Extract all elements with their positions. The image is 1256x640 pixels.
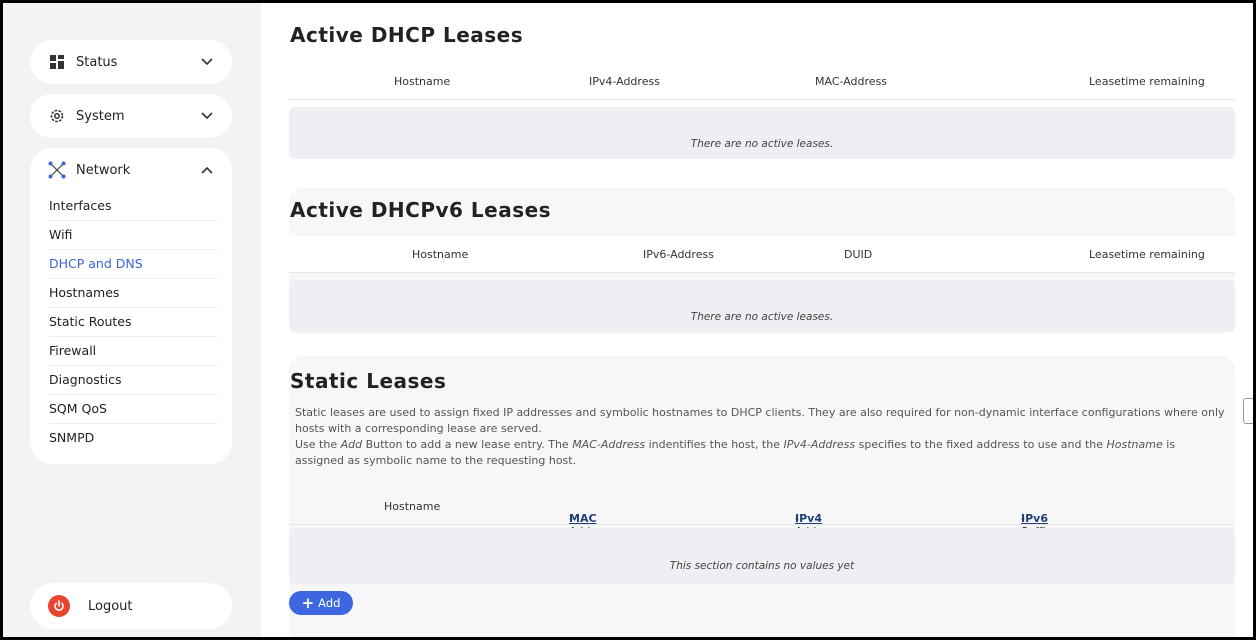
nav-status-label: Status [76,54,118,70]
gear-icon [48,107,66,125]
dhcpv6-col-hostname: Hostname [412,248,469,261]
chevron-down-icon [200,55,214,69]
dhcp-col-ipv4: IPv4-Address [589,75,660,88]
dhcp-table-header: Hostname IPv4-Address MAC-Address Leaset… [289,63,1235,100]
grid-icon [48,53,66,71]
desc-text: specifies to the fixed address to use an… [855,438,1107,451]
logout-label: Logout [88,598,133,614]
dhcpv6-col-ipv6: IPv6-Address [643,248,714,261]
desc-add-term: Add [340,438,363,451]
nav-system-card: System [30,94,232,138]
nav-system-toggle[interactable]: System [30,94,232,138]
main-content: Active DHCP Leases Hostname IPv4-Address… [261,3,1253,637]
dhcpv6-col-leasetime: Leasetime remaining [1089,248,1205,261]
sidebar-item-snmpd[interactable]: SNMPD [49,424,218,452]
desc-hostname-term: Hostname [1106,438,1163,451]
dhcpv6-empty-row: There are no active leases. [289,280,1235,332]
sidebar-item-static-routes[interactable]: Static Routes [49,308,218,337]
nav-status-toggle[interactable]: Status [30,40,232,84]
dhcp-col-hostname: Hostname [394,75,451,88]
network-icon [48,161,66,179]
nav-network-label: Network [76,162,131,178]
desc-ipv4-term: IPv4-Address [783,438,856,451]
sidebar-item-wifi[interactable]: Wifi [49,221,218,250]
desc-mac-term: MAC-Address [572,438,646,451]
static-description: Static leases are used to assign fixed I… [295,405,1225,469]
desc-text: Use the [295,438,341,451]
sidebar-item-diagnostics[interactable]: Diagnostics [49,366,218,395]
app-frame: Status System Network Interfaces Wifi DH… [3,3,1253,637]
chevron-down-icon [200,109,214,123]
sidebar-item-interfaces[interactable]: Interfaces [49,192,218,221]
power-icon [48,595,70,617]
network-submenu: Interfaces Wifi DHCP and DNS Hostnames S… [30,192,232,464]
sidebar-item-dhcp-and-dns[interactable]: DHCP and DNS [49,250,218,279]
static-table-header: Hostname MAC-Address IPv4-Address IPv6-S… [289,488,1235,551]
nav-network-card: Network Interfaces Wifi DHCP and DNS Hos… [30,148,232,464]
sidebar-item-firewall[interactable]: Firewall [49,337,218,366]
dhcpv6-section-title: Active DHCPv6 Leases [290,198,552,222]
nav-system-label: System [76,108,125,124]
add-button-label: Add [318,596,341,610]
sidebar-item-sqm-qos[interactable]: SQM QoS [49,395,218,424]
logout-button[interactable]: Logout [30,583,232,629]
chevron-up-icon [200,163,214,177]
dhcp-empty-row: There are no active leases. [289,107,1235,159]
dhcpv6-col-duid: DUID [844,248,873,261]
plus-icon: + [301,594,315,612]
nav-network-toggle[interactable]: Network [30,148,232,192]
static-section-title: Static Leases [290,369,447,393]
static-empty-row: This section contains no values yet [289,528,1235,584]
dhcp-col-mac: MAC-Address [815,75,888,88]
static-description-line1: Static leases are used to assign fixed I… [295,406,1225,435]
nav-status-card: Status [30,40,232,84]
sidebar: Status System Network Interfaces Wifi DH… [3,3,261,637]
side-panel-handle[interactable] [1243,398,1253,424]
sidebar-item-hostnames[interactable]: Hostnames [49,279,218,308]
static-description-line2: Use the Add Button to add a new lease en… [295,437,1225,469]
dhcp-section-title: Active DHCP Leases [290,23,524,47]
static-col-hostname: Hostname [384,500,441,513]
dhcpv6-table-header: Hostname IPv6-Address DUID Leasetime rem… [289,236,1235,273]
desc-text: indentifies the host, the [645,438,784,451]
dhcp-col-leasetime: Leasetime remaining [1089,75,1205,88]
desc-text: Button to add a new lease entry. The [362,438,573,451]
add-static-lease-button[interactable]: + Add [289,591,353,615]
